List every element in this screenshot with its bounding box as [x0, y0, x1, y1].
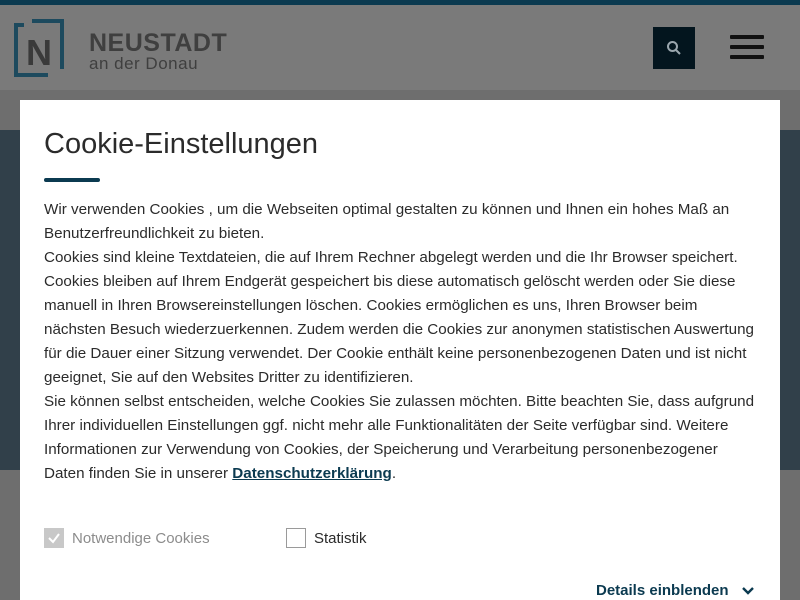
necessary-cookies-label: Notwendige Cookies	[72, 529, 210, 547]
logo-subtitle: an der Donau	[89, 54, 199, 73]
chevron-down-icon	[741, 586, 754, 595]
intro-paragraph: Wir verwenden Cookies , um die Webseiten…	[44, 201, 730, 242]
option-statistics[interactable]: Statistik	[286, 528, 367, 548]
dialog-title: Cookie-Einstellungen	[44, 128, 319, 160]
neustadt-logo[interactable]: N	[10, 19, 68, 81]
logo-letter: N	[26, 32, 52, 73]
settings-suffix: .	[391, 465, 397, 482]
settings-text: Sie können selbst entscheiden, welche Co…	[44, 393, 755, 482]
cookie-settings-dialog: Cookie-Einstellungen Wir verwenden Cooki…	[20, 100, 780, 600]
show-details-label[interactable]: Details einblenden	[596, 582, 729, 599]
menu-bar	[730, 35, 764, 39]
statistics-checkbox[interactable]	[286, 528, 306, 548]
site-header: N NEUSTADT an der Donau	[0, 5, 800, 90]
show-details-button[interactable]: Details einblenden	[596, 582, 755, 599]
checkmark-icon	[48, 533, 60, 544]
statistics-label[interactable]: Statistik	[314, 530, 367, 547]
dialog-body: Wir verwenden Cookies , um die Webseiten…	[44, 198, 756, 486]
cookies-paragraph: Cookies sind kleine Textdateien, die auf…	[44, 249, 754, 386]
hamburger-menu-icon[interactable]	[730, 35, 764, 63]
option-necessary-cookies: Notwendige Cookies	[44, 528, 210, 548]
settings-paragraph: Sie können selbst entscheiden, welche Co…	[44, 390, 756, 486]
necessary-cookies-checkbox	[44, 528, 64, 548]
search-button[interactable]	[653, 27, 695, 69]
menu-bar	[730, 55, 764, 59]
title-underline	[44, 178, 100, 182]
privacy-policy-link[interactable]: Datenschutzerklärung	[232, 465, 392, 482]
menu-bar	[730, 45, 764, 49]
search-icon	[667, 41, 681, 55]
